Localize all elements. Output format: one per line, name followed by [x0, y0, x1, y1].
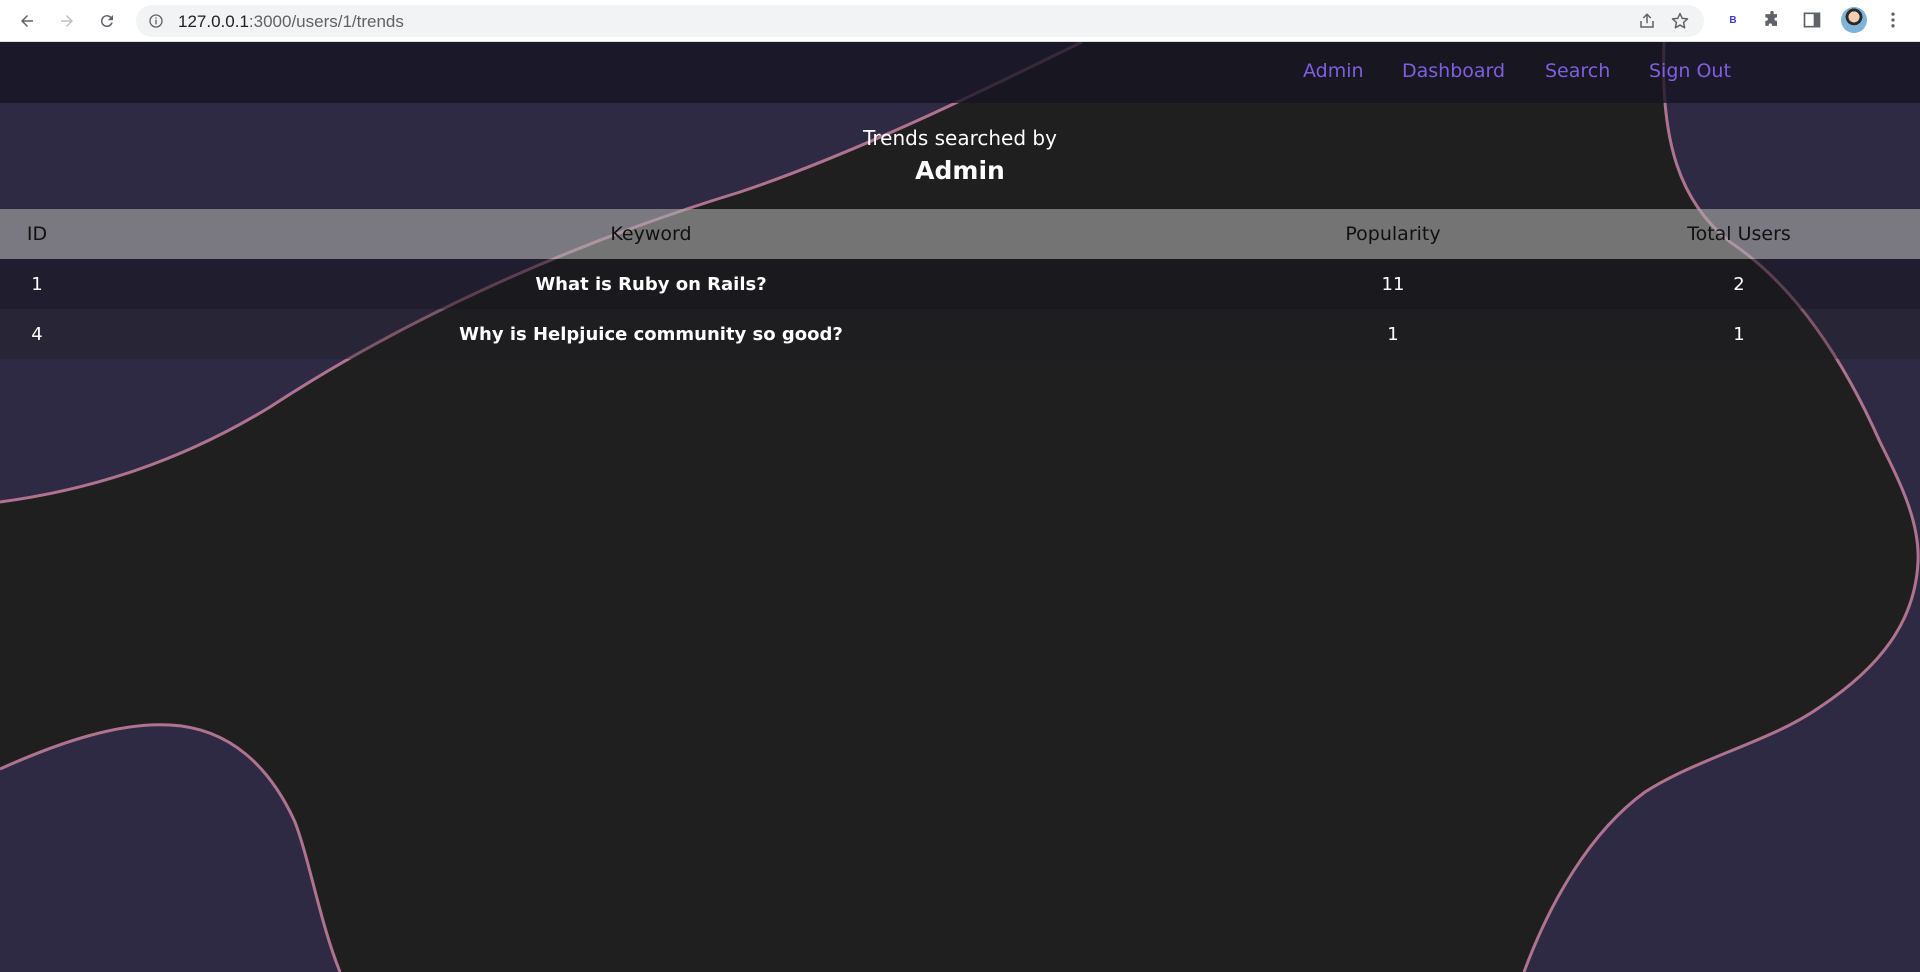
- cell-keyword: What is Ruby on Rails?: [74, 259, 1228, 309]
- column-header-total-users: Total Users: [1558, 209, 1920, 259]
- column-header-id: ID: [0, 209, 74, 259]
- url-host: 127.0.0.1: [178, 12, 249, 31]
- trends-table: ID Keyword Popularity Total Users 1 What…: [0, 209, 1920, 359]
- table-row: 1 What is Ruby on Rails? 11 2: [0, 259, 1920, 309]
- table-row: 4 Why is Helpjuice community so good? 1 …: [0, 309, 1920, 359]
- cell-id: 1: [0, 259, 74, 309]
- bookmark-star-icon[interactable]: [1670, 11, 1690, 31]
- page-subtitle: Trends searched by: [863, 126, 1057, 150]
- reload-button[interactable]: [94, 8, 120, 34]
- arrow-right-icon: [61, 15, 73, 27]
- address-bar[interactable]: 127.0.0.1:3000/users/1/trends: [136, 5, 1704, 37]
- column-header-popularity: Popularity: [1228, 209, 1558, 259]
- cell-total-users: 2: [1558, 259, 1920, 309]
- side-panel-icon[interactable]: [1801, 9, 1823, 31]
- nav-link-sign-out[interactable]: Sign Out: [1649, 60, 1731, 82]
- page-title: Admin: [915, 156, 1005, 185]
- forward-button[interactable]: [54, 8, 80, 34]
- url-path: :3000/users/1/trends: [248, 12, 404, 31]
- extension-label: B: [1729, 14, 1737, 26]
- chrome-menu-icon[interactable]: [1882, 9, 1904, 31]
- profile-avatar[interactable]: [1841, 7, 1867, 33]
- cell-id: 4: [0, 309, 74, 359]
- cell-total-users: 1: [1558, 309, 1920, 359]
- browser-toolbar: 127.0.0.1:3000/users/1/trends B: [0, 0, 1920, 42]
- cell-popularity: 11: [1228, 259, 1558, 309]
- back-button[interactable]: [14, 8, 40, 34]
- cell-popularity: 1: [1228, 309, 1558, 359]
- nav-link-admin[interactable]: Admin: [1303, 60, 1364, 82]
- column-header-keyword: Keyword: [74, 209, 1228, 259]
- extension-b-icon[interactable]: B: [1722, 9, 1744, 31]
- cell-keyword: Why is Helpjuice community so good?: [74, 309, 1228, 359]
- info-icon[interactable]: [148, 13, 164, 29]
- table-header-row: ID Keyword Popularity Total Users: [0, 209, 1920, 259]
- bottom-left-blob: [0, 724, 340, 972]
- arrow-left-icon: [21, 15, 33, 27]
- reload-icon: [100, 15, 113, 28]
- share-icon[interactable]: [1638, 12, 1656, 30]
- nav-link-dashboard[interactable]: Dashboard: [1402, 60, 1505, 82]
- top-navigation: Admin Dashboard Search Sign Out: [0, 42, 1920, 103]
- page-content: Admin Dashboard Search Sign Out Trends s…: [0, 42, 1920, 972]
- nav-link-search[interactable]: Search: [1545, 60, 1610, 82]
- url-text[interactable]: 127.0.0.1:3000/users/1/trends: [178, 12, 404, 32]
- extensions-puzzle-icon[interactable]: [1761, 9, 1783, 31]
